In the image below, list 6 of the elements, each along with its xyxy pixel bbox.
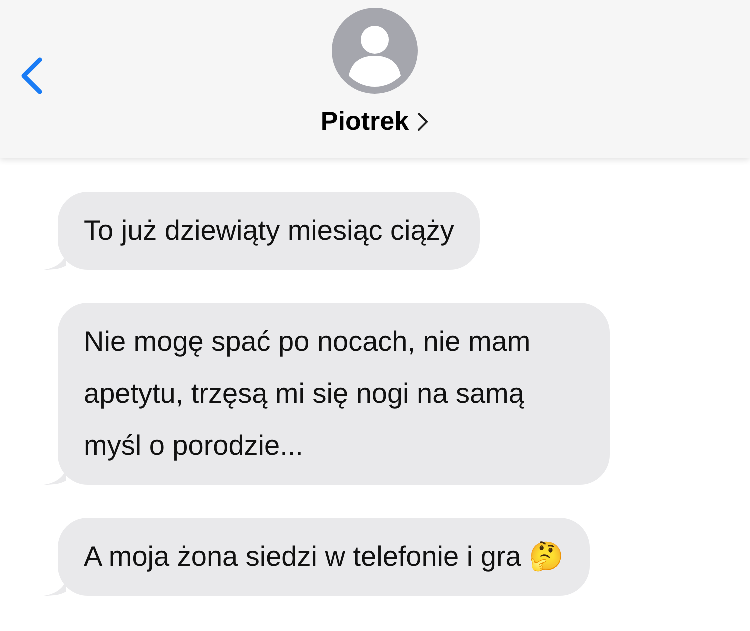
contact-name[interactable]: Piotrek xyxy=(320,106,410,137)
message-text: A moja żona siedzi w telefonie i gra 🤔 xyxy=(84,541,564,572)
message-text: To już dziewiąty miesiąc ciąży xyxy=(84,215,454,246)
chevron-icon[interactable] xyxy=(417,112,430,132)
message-text: Nie mogę spać po nocach, nie mam apetytu, trzęsą mi się nogi na samą myśl o porodzie... xyxy=(84,326,531,461)
avatar-icon[interactable] xyxy=(332,8,418,94)
